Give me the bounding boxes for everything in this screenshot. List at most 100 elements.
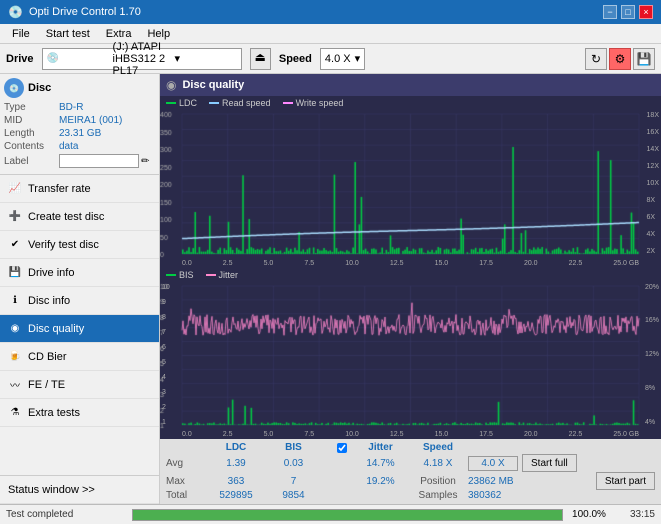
extra-tests-icon: ⚗ (8, 406, 22, 420)
top-chart-y-axis-right: 18X 16X 14X 12X 10X 8X 6X 4X 2X (647, 112, 659, 255)
jitter-checkbox[interactable] (337, 443, 347, 453)
stats-h-ldc: LDC (206, 442, 266, 453)
disc-type-val: BD-R (59, 102, 83, 113)
bottom-chart-y-axis-right: 20% 16% 12% 8% 4% (645, 284, 659, 427)
stats-avg-row: Avg 1.39 0.03 14.7% 4.18 X 4.0 X Start f… (166, 454, 655, 472)
top-chart-x-axis: 0.0 2.5 5.0 7.5 10.0 12.5 15.0 17.5 20.0… (182, 260, 639, 267)
minimize-button[interactable]: − (603, 5, 617, 19)
disc-mid-key: MID (4, 115, 59, 126)
app-title: Opti Drive Control 1.70 (29, 6, 141, 18)
bottom-legend: BIS Jitter (160, 268, 661, 282)
sidebar-item-disc-quality[interactable]: ◉ Disc quality (0, 315, 159, 343)
progress-bar-fill (133, 510, 562, 520)
stats-table: LDC BIS Jitter Speed Avg 1.39 0.03 (160, 438, 661, 504)
sidebar-item-create-test-disc[interactable]: ➕ Create test disc (0, 203, 159, 231)
legend-ldc: LDC (166, 98, 197, 108)
dq-header-icon: ◉ (166, 78, 176, 92)
speed-dropdown-arrow: ▾ (355, 52, 361, 65)
verify-test-disc-icon: ✔ (8, 238, 22, 252)
fe-te-icon: 〰 (8, 378, 22, 392)
stats-avg-speed: 4.18 X (408, 458, 468, 469)
maximize-button[interactable]: □ (621, 5, 635, 19)
menu-file[interactable]: File (4, 27, 38, 41)
drive-dropdown-arrow: ▾ (175, 52, 237, 65)
stats-max-label: Max (166, 476, 206, 487)
sidebar-item-disc-info-label: Disc info (28, 295, 70, 307)
toolbar-refresh[interactable]: ↻ (585, 48, 607, 70)
eject-button[interactable]: ⏏ (250, 48, 271, 70)
stats-max-row: Max 363 7 19.2% Position 23862 MB Start … (166, 472, 655, 490)
status-window-label: Status window >> (8, 484, 95, 496)
drive-selector[interactable]: 💿 (J:) ATAPI iHBS312 2 PL17 ▾ (42, 48, 242, 70)
menu-help[interactable]: Help (139, 27, 178, 41)
speed-selector[interactable]: 4.0 X ▾ (320, 48, 365, 70)
sidebar-item-extra-tests[interactable]: ⚗ Extra tests (0, 399, 159, 427)
speed-target-display[interactable]: 4.0 X (468, 456, 518, 471)
sidebar-item-drive-info[interactable]: 💾 Drive info (0, 259, 159, 287)
progress-bar-container (132, 509, 563, 521)
disc-length-val: 23.31 GB (59, 128, 101, 139)
toolbar-disk[interactable]: 💾 (633, 48, 655, 70)
stats-avg-jitter: 14.7% (353, 458, 408, 469)
start-part-button[interactable]: Start part (596, 472, 655, 490)
progress-percent: 100.0% (569, 509, 609, 520)
top-chart: 18X 16X 14X 12X 10X 8X 6X 4X 2X 0.0 2.5 … (160, 110, 661, 268)
stats-h-jitter: Jitter (353, 442, 408, 453)
close-button[interactable]: × (639, 5, 653, 19)
sidebar-item-verify-test-disc-label: Verify test disc (28, 239, 99, 251)
sidebar-item-create-test-disc-label: Create test disc (28, 211, 104, 223)
title-bar: 💿 Opti Drive Control 1.70 − □ × (0, 0, 661, 24)
bottom-chart: 20% 16% 12% 8% 4% 10 9 8 7 6 5 4 3 2 (160, 282, 661, 439)
stats-avg-right: 4.0 X Start full (468, 454, 655, 472)
legend-read-speed: Read speed (209, 98, 271, 108)
stats-max-right: 23862 MB Start part (468, 472, 655, 490)
window-controls: − □ × (603, 5, 653, 19)
stats-samples-val: 380362 (468, 490, 655, 501)
stats-max-bis: 7 (266, 476, 321, 487)
speed-label: Speed (279, 53, 312, 65)
sidebar-item-cd-bier-label: CD Bier (28, 351, 67, 363)
transfer-rate-icon: 📈 (8, 182, 22, 196)
read-speed-color (209, 102, 219, 104)
stats-total-ldc: 529895 (206, 490, 266, 501)
menu-bar: File Start test Extra Help (0, 24, 661, 44)
right-panel: ◉ Disc quality LDC Read speed Write spee… (160, 74, 661, 504)
stats-avg-ldc: 1.39 (206, 458, 266, 469)
stats-max-ldc: 363 (206, 476, 266, 487)
stats-h-bis: BIS (266, 442, 321, 453)
bis-color (166, 274, 176, 276)
jitter-color (206, 274, 216, 276)
status-window-button[interactable]: Status window >> (0, 476, 159, 504)
toolbar-settings[interactable]: ⚙ (609, 48, 631, 70)
stats-max-jitter: 19.2% (353, 476, 408, 487)
sidebar-item-cd-bier[interactable]: 🍺 CD Bier (0, 343, 159, 371)
speed-value: 4.0 X (325, 53, 351, 65)
menu-extra[interactable]: Extra (98, 27, 140, 41)
disc-quality-header: ◉ Disc quality (160, 74, 661, 96)
status-text: Test completed (6, 509, 126, 520)
disc-quality-icon: ◉ (8, 322, 22, 336)
stats-position-val: 23862 MB (468, 476, 514, 487)
sidebar-item-fe-te[interactable]: 〰 FE / TE (0, 371, 159, 399)
stats-h-speed: Speed (408, 442, 468, 453)
stats-position-label: Position (408, 476, 468, 487)
sidebar-item-verify-test-disc[interactable]: ✔ Verify test disc (0, 231, 159, 259)
sidebar-menu: 📈 Transfer rate ➕ Create test disc ✔ Ver… (0, 175, 159, 475)
bottom-chart-y-axis-left: 10 9 8 7 6 5 4 3 2 1 (162, 284, 170, 427)
disc-info-icon: ℹ (8, 294, 22, 308)
drive-info-icon: 💾 (8, 266, 22, 280)
sidebar-item-disc-quality-label: Disc quality (28, 323, 84, 335)
disc-length-key: Length (4, 128, 59, 139)
top-chart-canvas (160, 110, 661, 268)
sidebar-item-transfer-rate[interactable]: 📈 Transfer rate (0, 175, 159, 203)
start-full-button[interactable]: Start full (522, 454, 577, 472)
sidebar-item-disc-info[interactable]: ℹ Disc info (0, 287, 159, 315)
disc-contents-key: Contents (4, 141, 59, 152)
disc-label-input[interactable] (59, 154, 139, 168)
legend-jitter: Jitter (206, 270, 239, 280)
app-icon: 💿 (8, 5, 23, 19)
label-edit-icon[interactable]: ✏ (141, 156, 149, 167)
menu-start-test[interactable]: Start test (38, 27, 98, 41)
app-window: 💿 Opti Drive Control 1.70 − □ × File Sta… (0, 0, 661, 524)
disc-mid-val: MEIRA1 (001) (59, 115, 122, 126)
